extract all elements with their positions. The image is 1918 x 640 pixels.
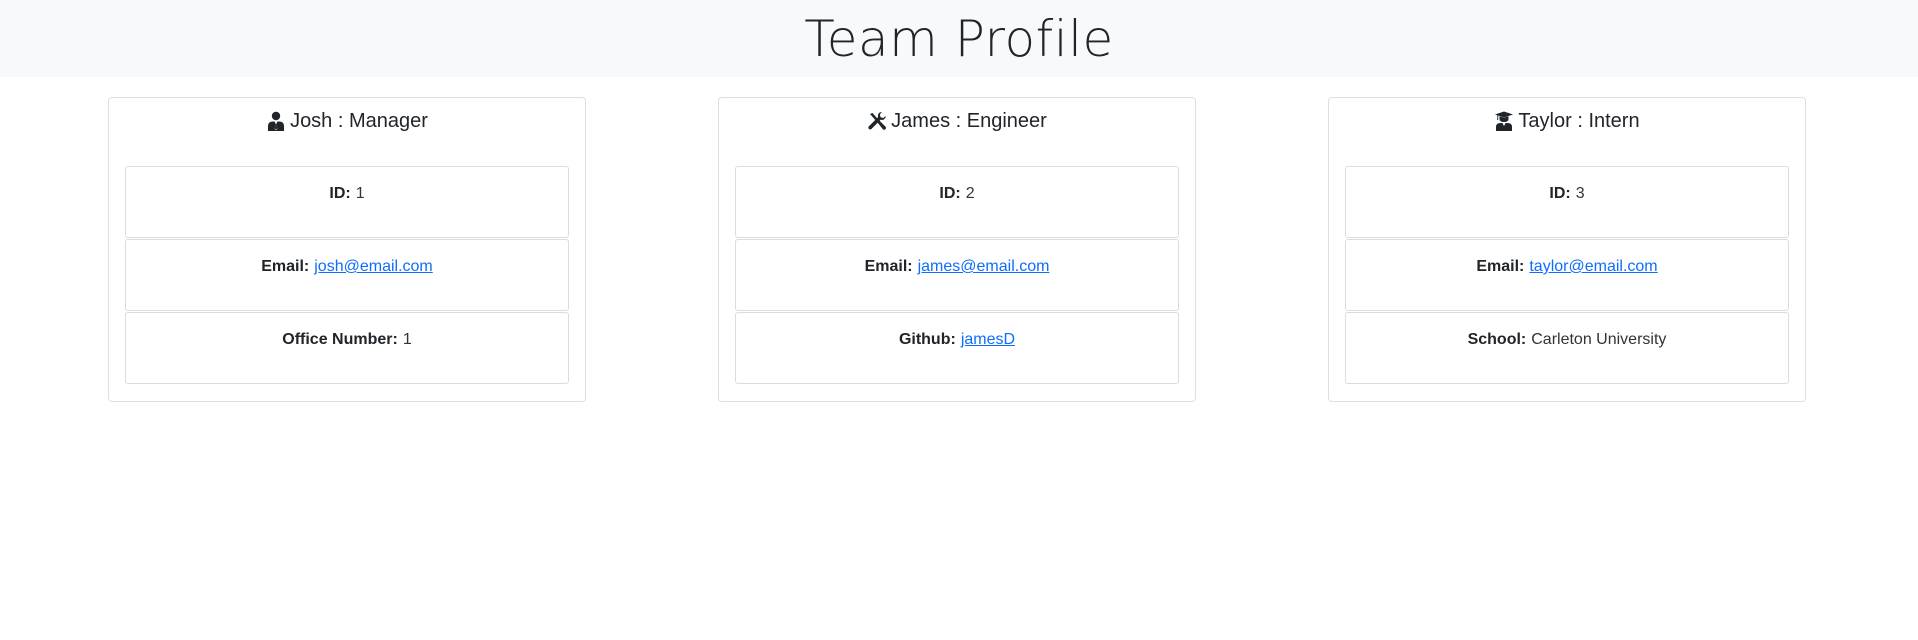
- office-number-value: 1: [402, 331, 412, 348]
- name-role-separator: :: [332, 109, 349, 132]
- id-label: ID:: [939, 185, 961, 202]
- card-title: Taylor : Intern: [1329, 98, 1805, 144]
- info-row-github: Github: jamesD: [735, 312, 1179, 384]
- github-link[interactable]: jamesD: [961, 331, 1015, 383]
- info-row-email: Email: james@email.com: [735, 239, 1179, 311]
- page-title: Team Profile: [804, 9, 1114, 68]
- employee-card-engineer: James : Engineer ID: 2 Email: james@emai…: [718, 97, 1196, 402]
- employee-role: Engineer: [966, 109, 1047, 132]
- team-cards: Josh : Manager ID: 1 Email: josh@email.c…: [0, 77, 1918, 640]
- email-label: Email:: [864, 258, 913, 275]
- card-title: James : Engineer: [719, 98, 1195, 144]
- employee-card-intern: Taylor : Intern ID: 3 Email: taylor@emai…: [1328, 97, 1806, 402]
- info-row-id: ID: 1: [125, 166, 569, 238]
- info-row-email: Email: taylor@email.com: [1345, 239, 1789, 311]
- info-row-school: School: Carleton University: [1345, 312, 1789, 384]
- info-row-email: Email: josh@email.com: [125, 239, 569, 311]
- email-label: Email:: [1476, 258, 1525, 275]
- name-role-separator: :: [1571, 109, 1589, 132]
- info-row-office-number: Office Number: 1: [125, 312, 569, 384]
- id-value: 3: [1575, 185, 1585, 202]
- info-list: ID: 3 Email: taylor@email.com School: Ca…: [1345, 166, 1789, 385]
- card-title: Josh : Manager: [109, 98, 585, 144]
- employee-role: Intern: [1588, 109, 1640, 132]
- name-role-separator: :: [950, 109, 967, 132]
- tools-icon: [867, 111, 887, 131]
- employee-name: Josh: [290, 109, 333, 132]
- info-row-id: ID: 2: [735, 166, 1179, 238]
- github-label: Github:: [898, 331, 956, 348]
- manager-icon: [266, 111, 286, 131]
- school-value: Carleton University: [1531, 331, 1667, 348]
- info-row-id: ID: 3: [1345, 166, 1789, 238]
- employee-name: James: [891, 109, 951, 132]
- school-label: School:: [1467, 331, 1527, 348]
- office-number-label: Office Number:: [282, 331, 398, 348]
- id-value: 2: [965, 185, 975, 202]
- email-link[interactable]: josh@email.com: [314, 258, 433, 310]
- email-label: Email:: [261, 258, 310, 275]
- info-list: ID: 2 Email: james@email.com Github: jam…: [735, 166, 1179, 385]
- id-value: 1: [355, 185, 365, 202]
- id-label: ID:: [329, 185, 351, 202]
- email-link[interactable]: taylor@email.com: [1529, 258, 1657, 310]
- id-label: ID:: [1549, 185, 1571, 202]
- info-list: ID: 1 Email: josh@email.com Office Numbe…: [125, 166, 569, 385]
- page-header: Team Profile: [0, 0, 1918, 77]
- graduate-icon: [1494, 111, 1514, 131]
- email-link[interactable]: james@email.com: [918, 258, 1050, 310]
- employee-name: Taylor: [1518, 109, 1572, 132]
- employee-card-manager: Josh : Manager ID: 1 Email: josh@email.c…: [108, 97, 586, 402]
- employee-role: Manager: [348, 109, 428, 132]
